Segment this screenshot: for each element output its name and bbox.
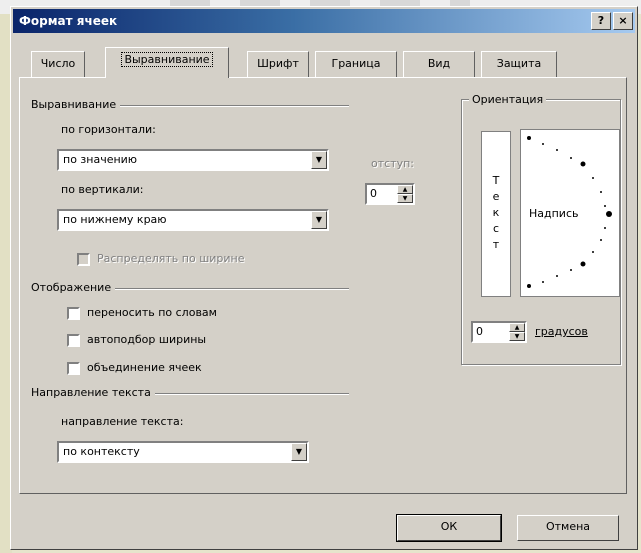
degrees-value: 0 <box>476 325 483 338</box>
window-title: Формат ячеек <box>19 14 118 28</box>
dial-tick <box>542 143 544 145</box>
vertical-text-toggle[interactable]: Т е к с т <box>481 131 511 297</box>
horizontal-select[interactable]: по значению ▼ <box>57 149 329 171</box>
wrap-checkbox[interactable] <box>67 307 80 320</box>
direction-label: направление текста: <box>61 415 184 428</box>
chevron-down-icon[interactable]: ▼ <box>311 211 327 229</box>
dial-tick <box>556 275 558 277</box>
tab-font[interactable]: Шрифт <box>247 51 309 77</box>
dial-tick <box>580 161 586 167</box>
merge-checkbox[interactable] <box>67 362 80 375</box>
wrap-label: переносить по словам <box>87 306 217 319</box>
dial-tick <box>570 269 572 271</box>
dial-tick <box>527 136 531 140</box>
spin-down-icon[interactable]: ▼ <box>509 332 525 341</box>
direction-group-label: Направление текста <box>31 386 155 399</box>
vertical-value: по нижнему краю <box>63 213 167 226</box>
vertical-text-char: т <box>492 238 500 251</box>
ok-button[interactable]: ОК <box>396 514 502 542</box>
vertical-select[interactable]: по нижнему краю ▼ <box>57 209 329 231</box>
dial-tick <box>556 149 558 151</box>
orientation-group-label: Ориентация <box>469 93 547 106</box>
tab-protection[interactable]: Защита <box>481 51 557 77</box>
tab-alignment[interactable]: Выравнивание <box>105 47 229 78</box>
tab-view[interactable]: Вид <box>403 51 475 77</box>
shrink-label: автоподбор ширины <box>87 333 207 346</box>
horizontal-value: по значению <box>63 153 138 166</box>
alignment-group-label: Выравнивание <box>31 98 121 111</box>
display-group-label: Отображение <box>31 281 116 294</box>
vertical-text-char: к <box>492 206 500 219</box>
dial-tick <box>600 191 602 193</box>
help-button[interactable]: ? <box>591 12 611 30</box>
spin-down-icon[interactable]: ▼ <box>397 194 413 203</box>
dial-tick <box>592 177 594 179</box>
spin-up-icon[interactable]: ▲ <box>397 185 413 194</box>
dial-tick <box>580 261 586 267</box>
dial-tick <box>527 284 531 288</box>
dial-tick <box>542 281 544 283</box>
direction-select[interactable]: по контексту ▼ <box>57 441 309 463</box>
chevron-down-icon[interactable]: ▼ <box>311 151 327 169</box>
dial-tick <box>604 205 606 207</box>
dial-tick <box>604 227 606 229</box>
format-cells-dialog: Формат ячеек ? × Число Выравнивание Шриф… <box>10 6 638 550</box>
direction-value: по контексту <box>63 445 140 458</box>
vertical-text-char: с <box>492 222 500 235</box>
distribute-label: Распределять по ширине <box>97 252 245 265</box>
degrees-label: градусов <box>535 325 588 338</box>
merge-label: объединение ячеек <box>87 361 202 374</box>
indent-label: отступ: <box>371 157 415 170</box>
dial-handle[interactable] <box>606 211 612 217</box>
spin-up-icon[interactable]: ▲ <box>509 323 525 332</box>
distribute-checkbox[interactable] <box>77 253 90 266</box>
vertical-label: по вертикали: <box>61 183 144 196</box>
vertical-text-char: е <box>492 190 500 203</box>
indent-spinner[interactable]: 0 ▲ ▼ <box>365 183 415 205</box>
horizontal-label: по горизонтали: <box>61 123 156 136</box>
dial-tick <box>600 239 602 241</box>
vertical-text-char: Т <box>492 174 500 187</box>
dial-label: Надпись <box>529 207 579 220</box>
close-button[interactable]: × <box>613 12 633 30</box>
title-bar: Формат ячеек ? × <box>13 9 635 33</box>
cancel-button[interactable]: Отмена <box>517 515 619 541</box>
shrink-checkbox[interactable] <box>67 334 80 347</box>
tab-border[interactable]: Граница <box>315 51 397 77</box>
tab-number[interactable]: Число <box>31 51 85 77</box>
dial-tick <box>570 157 572 159</box>
indent-value: 0 <box>370 187 377 200</box>
chevron-down-icon[interactable]: ▼ <box>291 443 307 461</box>
orientation-dial[interactable]: Надпись <box>520 129 620 297</box>
dial-tick <box>592 251 594 253</box>
degrees-spinner[interactable]: 0 ▲ ▼ <box>471 321 527 343</box>
